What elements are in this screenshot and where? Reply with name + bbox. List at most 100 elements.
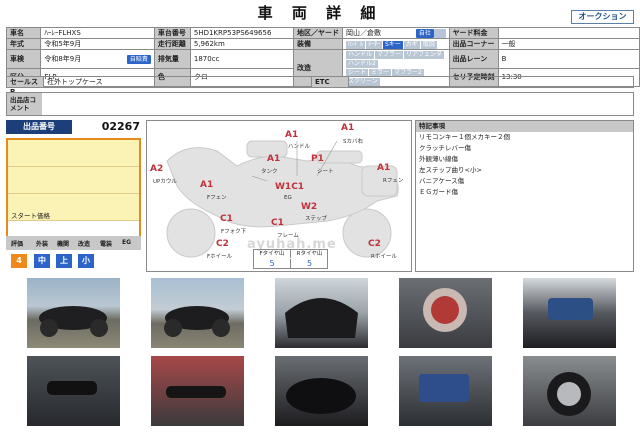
price-cell (8, 167, 139, 194)
grade-header: 電装 (100, 241, 113, 248)
lot-panel: 出品番号 02267 スタート価格 評価 外装 機関 改造 電装 EG 4 中 … (6, 120, 141, 272)
damage-code: C2 (368, 239, 381, 249)
motorcycle-photo-icon (164, 306, 230, 337)
fairing-photo-icon (285, 298, 358, 338)
corner-value: 一般 (497, 38, 640, 50)
damage-part: Rホイール (371, 254, 397, 260)
sales-point-row: セールスP 社外トップケース ETC (6, 76, 634, 96)
damage-code: A1 (200, 180, 214, 190)
damage-code: A1 (377, 163, 391, 173)
photo-thumbnail[interactable] (399, 278, 492, 348)
note-line: バニアケース傷 (419, 177, 465, 185)
handlebar-photo-icon (47, 381, 97, 395)
etc-label: ETC (311, 76, 349, 88)
comment-box: 出品店コメント (6, 92, 634, 116)
grade-header: 評価 (11, 241, 24, 248)
damage-part: タンク (261, 169, 278, 175)
photo-thumbnail[interactable] (151, 278, 244, 348)
damage-code: C1 (220, 214, 233, 224)
region-label: 地区／ヤード (292, 27, 343, 39)
damage-part: EG (284, 195, 292, 201)
start-price-label: スタート価格 (11, 212, 50, 220)
comment-label: 出品店コメント (7, 93, 42, 115)
tax-badge-secondary (433, 29, 446, 38)
inspect-cell: 令和8年9月 自賠責 (40, 49, 155, 69)
special-notes: 特記事項 リモコンキー１個メカキー２個 クラッチレバー傷 外観薄い線傷 左ステッ… (415, 120, 634, 272)
display-photo-icon (419, 374, 469, 402)
photo-thumbnail[interactable] (523, 278, 616, 348)
photo-thumbnail[interactable] (523, 356, 616, 426)
damage-code: A2 (150, 164, 164, 174)
year-value: 令和5年9月 (40, 38, 155, 50)
lot-number-label: 出品番号 (6, 120, 72, 134)
photo-thumbnail[interactable] (27, 356, 120, 426)
etc-value (348, 76, 634, 88)
tank-photo-icon (286, 378, 356, 414)
displacement-label: 排気量 (153, 49, 191, 69)
headlight-photo-icon (423, 288, 467, 332)
motorcycle-photo-icon (39, 306, 108, 337)
price-cell (8, 140, 139, 167)
year-label: 年式 (5, 38, 42, 50)
region-cell: 岡山／倉敷 自社 (341, 27, 450, 39)
photo-thumbnail[interactable] (399, 356, 492, 426)
photo-thumbnail[interactable] (27, 278, 120, 348)
grade-header: EG (122, 239, 132, 246)
damage-part: Rフェン (383, 178, 404, 184)
damage-code: A1 (341, 123, 355, 133)
damage-code: C2 (216, 239, 229, 249)
page-title: 車 両 詳 細 (257, 4, 383, 22)
rear-tire-label: Rタイヤ山 (296, 251, 323, 257)
frame-no-value: 5HD1KRP53PS649656 (189, 27, 294, 39)
equip-opt: ﾒｰﾀｰ (365, 40, 382, 49)
notes-header: 特記事項 (416, 121, 633, 132)
damage-part: シート (317, 169, 334, 175)
grade-header: 機関 (57, 241, 70, 248)
grade-header: 外装 (36, 241, 49, 248)
grade-header: 改造 (78, 241, 91, 248)
damage-part: Fフェン (207, 195, 227, 201)
frame-no-label: 車台番号 (153, 27, 191, 39)
rear-tire-value: 5 (306, 259, 313, 268)
inspect-value: 令和8年9月 (44, 54, 82, 63)
photo-thumbnail[interactable] (275, 356, 368, 426)
photo-thumbnail[interactable] (151, 356, 244, 426)
tax-badge: 自社 (415, 29, 434, 38)
displacement-value: 1870cc (189, 49, 294, 69)
grade-engine: 上 (56, 254, 72, 268)
note-line: リモコンキー１個メカキー２個 (419, 133, 510, 141)
engine-photo-icon (547, 372, 591, 416)
yard-label: ヤード料金 (448, 27, 499, 39)
region-value: 岡山／倉敷 (345, 29, 381, 37)
equipment-label: 装備 (292, 38, 343, 50)
inspect-label: 車検 (5, 49, 42, 69)
handlebar-photo-icon (166, 386, 226, 398)
note-line: クラッチレバー傷 (419, 144, 471, 152)
yard-value (497, 27, 640, 39)
front-tire-label: Fタイヤ山 (254, 250, 291, 258)
mileage-value: 5,962km (189, 38, 294, 50)
equipment-options: ﾊﾝﾄﾞﾙ ﾒｰﾀｰ Sキー カギ 取説 (341, 38, 450, 50)
equip-opt: Sキー (382, 40, 403, 49)
auction-button[interactable]: オークション (571, 10, 634, 24)
car-name-label: 車名 (5, 27, 42, 39)
car-name-value: ﾊｰﾚｰFLHXS (40, 27, 155, 39)
note-line: 外観薄い線傷 (419, 155, 458, 163)
damage-code: W2 (301, 202, 318, 212)
damage-code: P1 (311, 154, 324, 164)
damage-part: ステップ (305, 216, 328, 222)
cockpit-photo-icon (548, 298, 593, 320)
lane-label: 出品レーン (448, 49, 499, 69)
insurance-badge: 自賠責 (126, 54, 151, 64)
damage-part: Fホイール (207, 254, 233, 260)
damage-part: Sカバ右 (343, 139, 363, 145)
feat-opt: ハンドル2 (345, 60, 378, 68)
note-line: ＥＧガード傷 (419, 188, 458, 196)
photo-thumbnail[interactable] (275, 278, 368, 348)
sales-point-value: 社外トップケース (43, 76, 312, 88)
tire-tread-box: Fタイヤ山 Rタイヤ山 5 5 (253, 249, 328, 269)
grade-headers: 評価 外装 機関 改造 電装 EG (6, 236, 141, 250)
price-box: スタート価格 (6, 138, 141, 248)
damage-code: A1 (267, 154, 281, 164)
equip-opt: 取説 (420, 40, 437, 49)
